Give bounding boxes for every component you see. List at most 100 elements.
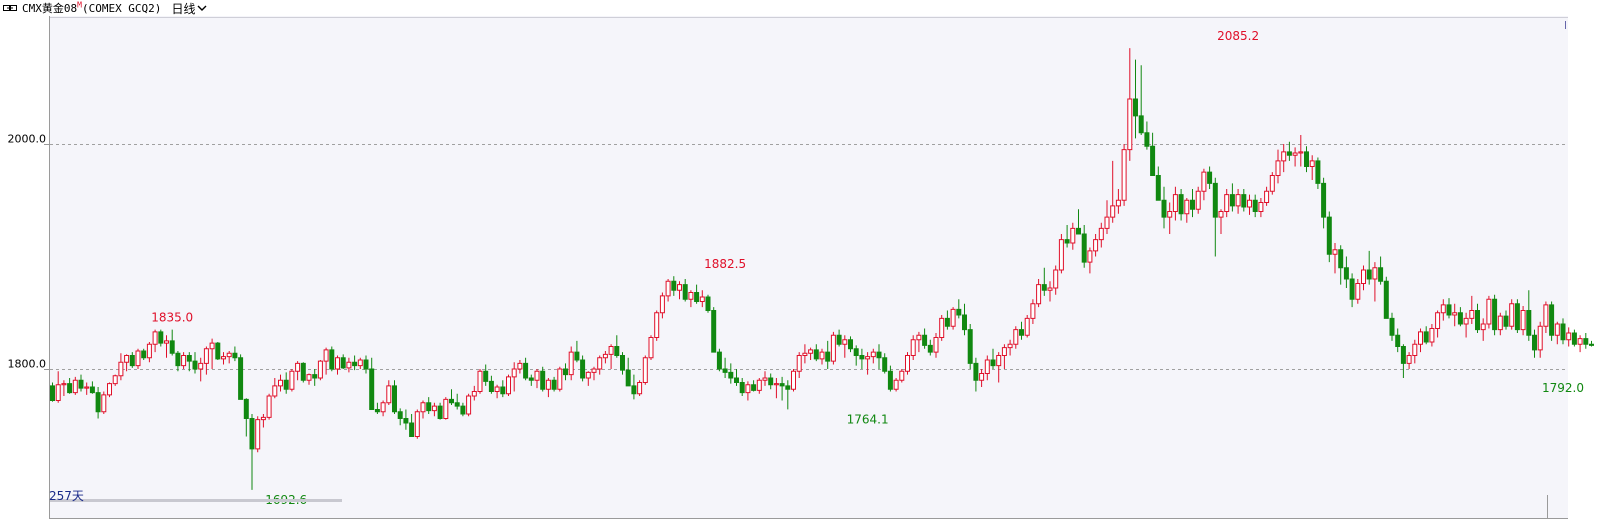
candle-body-up [905, 355, 910, 372]
candle[interactable] [791, 369, 796, 392]
candle-body-down [1144, 132, 1150, 147]
candle-body-down [836, 334, 842, 345]
candle-body-up [1247, 199, 1252, 208]
candle-body-up [317, 360, 323, 379]
candle[interactable] [266, 393, 272, 420]
candle[interactable] [1024, 315, 1030, 338]
scroll-track[interactable] [50, 499, 342, 502]
candle-body-up [278, 379, 283, 387]
candle[interactable] [135, 348, 141, 369]
candle-body-up [135, 350, 141, 367]
candle-body-down [882, 357, 888, 372]
candle-body-up [545, 379, 551, 390]
candle-body-down [1549, 304, 1555, 336]
candle[interactable] [506, 374, 511, 396]
candle[interactable] [1492, 294, 1498, 336]
candle[interactable] [905, 352, 910, 375]
candle[interactable] [215, 342, 221, 360]
candle-body-down [238, 357, 244, 400]
candle[interactable] [1269, 172, 1275, 195]
candle[interactable] [950, 307, 956, 330]
candle[interactable] [329, 346, 335, 372]
candle[interactable] [648, 335, 654, 360]
candle-body-down [728, 371, 734, 379]
candle-body-up [802, 352, 808, 356]
candle-body-down [1492, 298, 1498, 331]
candle[interactable] [1509, 299, 1515, 330]
candle-body-up [260, 416, 266, 421]
candle[interactable] [1058, 234, 1064, 274]
candle-body-up [1486, 298, 1492, 325]
candle-body-up [1058, 239, 1064, 271]
candle[interactable] [642, 355, 648, 385]
candle[interactable] [1549, 301, 1555, 341]
candle[interactable] [466, 393, 472, 417]
candle-body-up [870, 351, 876, 358]
candle-body-down [1207, 171, 1213, 184]
candle-body-up [1110, 205, 1116, 218]
candle-body-up [637, 382, 643, 395]
candle[interactable] [1121, 144, 1127, 206]
candle-body-down [352, 361, 358, 367]
high-annotation: 1882.5 [704, 257, 746, 271]
candlestick-chart[interactable]: 2000.01800.0 1835.01692.61882.51764.1208… [0, 16, 1608, 519]
candle-body-up [118, 361, 124, 377]
candle-body-down [1343, 267, 1349, 280]
candle-body-up [642, 357, 648, 383]
candle-body-down [392, 385, 397, 413]
candle[interactable] [711, 307, 717, 353]
candle[interactable] [1195, 186, 1201, 214]
candle[interactable] [893, 378, 899, 392]
candle-body-up [1543, 304, 1549, 327]
candle-body-down [397, 411, 403, 419]
candle[interactable] [967, 324, 973, 369]
candle-body-down [1229, 194, 1235, 207]
candle-body-up [306, 374, 312, 381]
candle[interactable] [1486, 295, 1492, 329]
candle[interactable] [1514, 299, 1520, 333]
candle-body-down [944, 317, 950, 327]
low-annotation: 1792.0 [1542, 381, 1584, 395]
candle[interactable] [238, 354, 244, 400]
candle-body-up [477, 370, 483, 392]
candle[interactable] [557, 366, 563, 392]
candle[interactable] [1326, 211, 1332, 263]
link-icon[interactable] [2, 1, 18, 15]
candle-body-up [1104, 216, 1110, 229]
candle-body-down [1571, 332, 1577, 345]
candle-body-down [956, 308, 962, 316]
candle[interactable] [654, 310, 660, 341]
candle-body-down [1349, 278, 1355, 300]
candle[interactable] [637, 380, 643, 396]
candle[interactable] [899, 369, 905, 383]
candle-body-down [1212, 182, 1218, 218]
candle-body-up [146, 343, 152, 359]
candle[interactable] [317, 360, 323, 381]
candle-body-down [551, 379, 557, 390]
candle[interactable] [1383, 276, 1389, 319]
candle-body-up [226, 352, 232, 358]
candle-body-down [129, 355, 135, 367]
candle-body-up [1566, 332, 1572, 341]
candle-body-up [665, 280, 671, 297]
candle-body-up [1406, 355, 1412, 364]
candle[interactable] [939, 315, 945, 341]
candle[interactable] [289, 369, 295, 392]
candle[interactable] [414, 409, 420, 439]
candle-body-down [887, 370, 893, 390]
candle[interactable] [443, 397, 449, 420]
candle-body-down [1286, 151, 1292, 156]
candle-body-up [380, 402, 386, 413]
candle-body-up [511, 368, 517, 378]
candle[interactable] [477, 369, 483, 394]
period-selector[interactable]: 日线 [171, 0, 207, 17]
candle[interactable] [300, 362, 306, 383]
candle[interactable] [107, 382, 112, 398]
candle[interactable] [716, 348, 722, 372]
candle-body-down [631, 385, 637, 395]
candle[interactable] [101, 391, 107, 415]
candle[interactable] [255, 416, 261, 453]
candle[interactable] [705, 294, 711, 313]
candle-body-up [1087, 250, 1093, 263]
candle[interactable] [830, 331, 836, 365]
